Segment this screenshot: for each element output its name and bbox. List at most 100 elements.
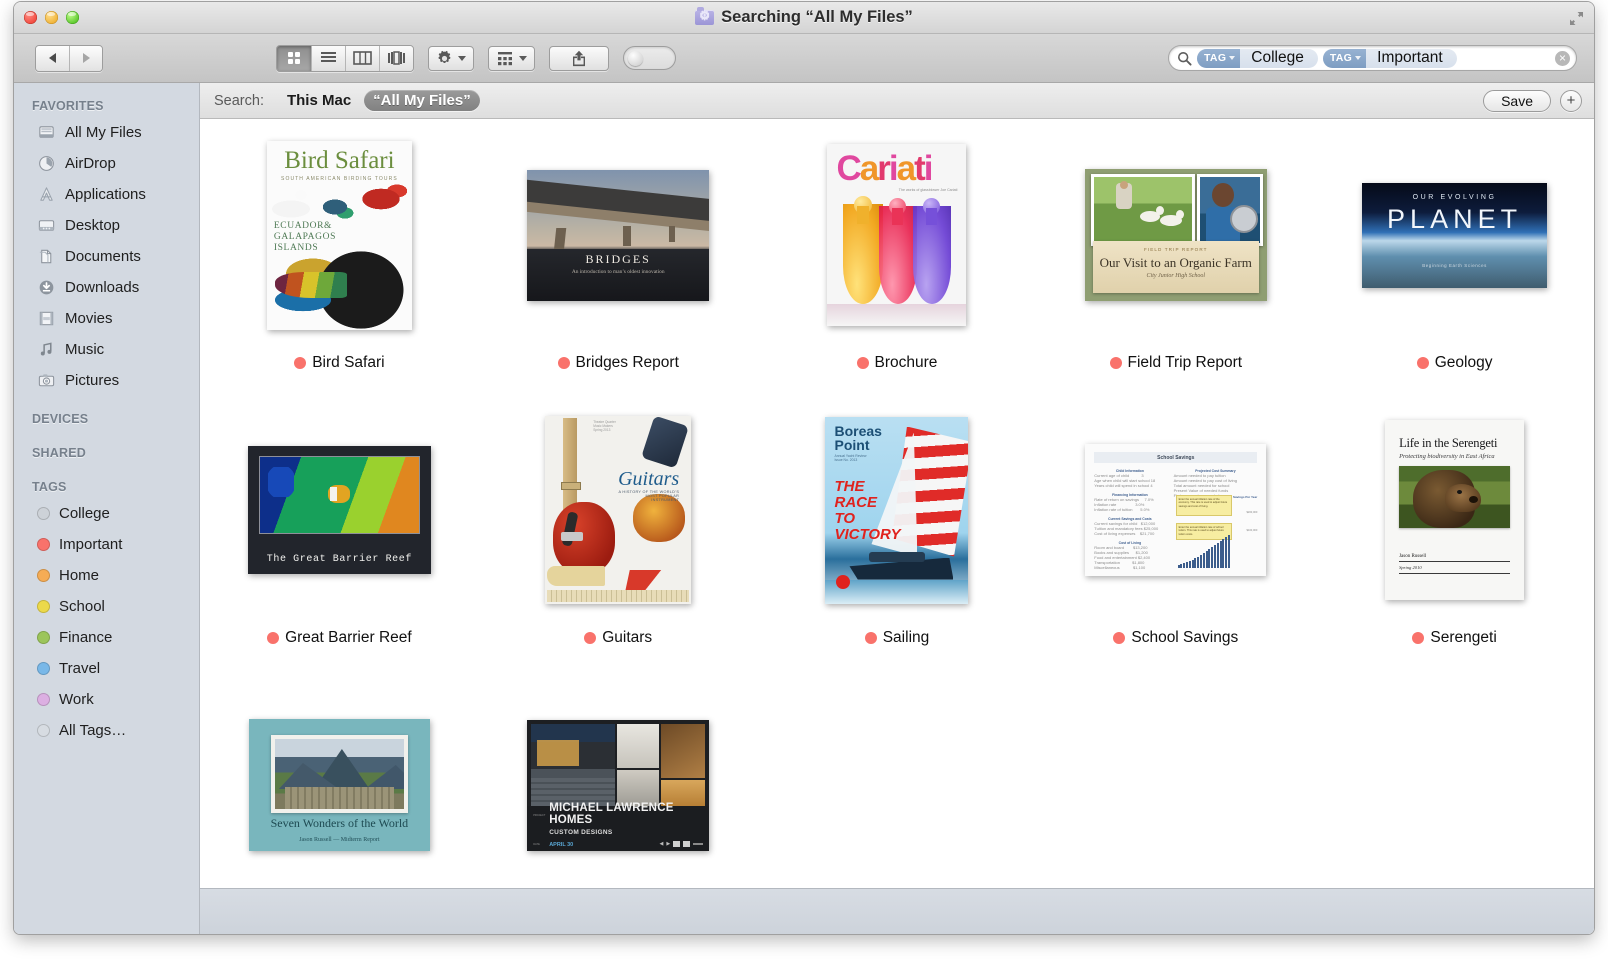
content-area: Search: This Mac “All My Files” Save + B… (200, 83, 1594, 934)
finder-window: Searching “All My Files” (14, 2, 1594, 934)
fullscreen-arrows-icon[interactable] (1568, 10, 1585, 27)
file-name: Great Barrier Reef (285, 629, 412, 646)
applications-icon (40, 187, 53, 201)
sidebar-item-movies[interactable]: Movies (14, 303, 199, 334)
list-view-button[interactable] (311, 45, 345, 71)
file-tag-dot (1113, 632, 1126, 644)
tag-toggle-icon[interactable] (623, 46, 676, 70)
chevron-down-icon (458, 55, 466, 61)
sidebar-item-label: Pictures (65, 372, 120, 389)
sidebar-item-documents[interactable]: Documents (14, 241, 199, 272)
file-tag-dot (1109, 357, 1122, 369)
save-search-button[interactable]: Save (1483, 89, 1551, 112)
sidebar-item-label: Home (59, 567, 100, 584)
forward-button[interactable] (69, 45, 102, 71)
file-item[interactable]: Boreas Point Annual Yacht Review Issue No.… (758, 410, 1037, 685)
thumb-title: Seven Wonders of the World (270, 816, 409, 830)
share-arrow-icon (573, 50, 585, 66)
file-name-row: Brochure (856, 354, 938, 372)
file-tag-dot (1416, 357, 1429, 369)
toggle-knob (628, 50, 643, 66)
token-kind-chip[interactable]: TAG (1197, 48, 1241, 68)
airdrop-icon (39, 156, 54, 171)
sidebar-item-pictures[interactable]: Pictures (14, 365, 199, 396)
sidebar-item-music[interactable]: Music (14, 334, 199, 365)
column-view-button[interactable] (345, 45, 379, 71)
thumb-date: APRIL 30 (549, 841, 574, 848)
thumbnail-wrap: Seven Wonders of the World Jason Russell… (200, 685, 479, 885)
sidebar-item-downloads[interactable]: Downloads (14, 272, 199, 303)
file-name-row: Serengeti (1412, 629, 1497, 647)
file-item[interactable]: Cariati The works of glassblower Joe Car… (758, 135, 1037, 410)
file-item[interactable]: Guitars A HISTORY OF THE WORLD’S MOST PO… (479, 410, 758, 685)
sidebar-item-all-my-files[interactable]: All My Files (14, 117, 199, 148)
scope-this-mac[interactable]: This Mac (278, 90, 360, 111)
window-body: FAVORITES All My Files AirDrop Applicati… (14, 83, 1594, 934)
sidebar-item-label: Downloads (65, 279, 140, 296)
toolbar: TAG College TAG Important × (14, 34, 1594, 83)
search-token-important[interactable]: TAG Important (1322, 48, 1457, 68)
search-token-college[interactable]: TAG College (1197, 48, 1318, 68)
share-button[interactable] (549, 45, 609, 71)
thumbnail-wrap: Cariati The works of glassblower Joe Car… (758, 135, 1037, 335)
sidebar-section-devices: DEVICES (32, 412, 89, 426)
tag-color-dot (37, 631, 50, 644)
file-thumbnail: Bird Safari SOUTH AMERICAN BIRDING TOURS… (266, 140, 412, 330)
file-item[interactable]: School Savings Child Information Current… (1036, 410, 1315, 685)
file-item[interactable]: The Great Barrier Reef Great Barrier Ree… (200, 410, 479, 685)
file-tag-dot (557, 357, 570, 369)
file-item[interactable]: FIELD TRIP REPORT Our Visit to an Organi… (1036, 135, 1315, 410)
thumbnail-wrap: FIELD TRIP REPORT Our Visit to an Organi… (1036, 135, 1315, 335)
sidebar-item-label: Finance (59, 629, 113, 646)
thumb-date: Spring 2010 (1399, 565, 1422, 570)
sidebar-item-applications[interactable]: Applications (14, 179, 199, 210)
action-menu-button[interactable] (428, 45, 474, 71)
sidebar-tag-work[interactable]: Work (14, 684, 199, 715)
view-mode-segmented-control (276, 44, 414, 72)
coverflow-view-button[interactable] (379, 45, 413, 71)
file-name: Brochure (874, 354, 938, 371)
tag-color-dot (37, 724, 50, 737)
file-name-row: School Savings (1113, 629, 1238, 647)
tag-color-dot (37, 569, 50, 582)
file-tag-dot (267, 632, 280, 644)
thumbnail-wrap: The Great Barrier Reef (200, 410, 479, 610)
chevron-down-icon (1355, 56, 1362, 60)
file-item[interactable]: BRIDGES An introduction to man’s oldest … (479, 135, 758, 410)
sidebar-tag-all-tags[interactable]: All Tags… (14, 715, 199, 746)
icon-view-button[interactable] (277, 45, 311, 71)
sidebar-item-airdrop[interactable]: AirDrop (14, 148, 199, 179)
sidebar-tag-college[interactable]: College (14, 498, 199, 529)
scope-all-my-files[interactable]: “All My Files” (364, 90, 480, 111)
sidebar-item-label: All Tags… (59, 722, 127, 739)
sidebar-item-desktop[interactable]: Desktop (14, 210, 199, 241)
clear-search-icon[interactable]: × (1555, 50, 1570, 66)
thumb-title: PLANET (1387, 203, 1523, 234)
arrange-menu-button[interactable] (488, 45, 535, 71)
token-kind-chip[interactable]: TAG (1322, 48, 1367, 68)
add-criteria-button[interactable]: + (1560, 89, 1582, 112)
back-button[interactable] (36, 45, 69, 71)
file-item[interactable]: Life in the Serengeti Protecting biodive… (1315, 410, 1594, 685)
window-title-text: Searching “All My Files” (721, 8, 913, 26)
sidebar-tag-home[interactable]: Home (14, 560, 199, 591)
thumb-title: Life in the Serengeti (1399, 436, 1498, 450)
status-bar (200, 888, 1594, 934)
sidebar-item-label: College (59, 505, 110, 522)
sidebar-tag-travel[interactable]: Travel (14, 653, 199, 684)
sidebar-item-label: Movies (65, 310, 113, 327)
sidebar-item-label: Music (65, 341, 105, 358)
search-field[interactable]: TAG College TAG Important × (1168, 45, 1577, 71)
file-item[interactable]: Bird Safari SOUTH AMERICAN BIRDING TOURS… (200, 135, 479, 410)
window-title: Searching “All My Files” (14, 7, 1594, 27)
sidebar-item-label: Important (59, 536, 123, 553)
sidebar-tag-important[interactable]: Important (14, 529, 199, 560)
sidebar-tag-finance[interactable]: Finance (14, 622, 199, 653)
thumbnail-wrap: Boreas Point Annual Yacht Review Issue No.… (758, 410, 1037, 610)
file-item[interactable]: OUR EVOLVING PLANET Beginning Earth Scie… (1315, 135, 1594, 410)
sidebar-item-label: School (59, 598, 105, 615)
tag-color-dot (37, 600, 50, 613)
sidebar-tag-school[interactable]: School (14, 591, 199, 622)
file-tag-dot (584, 632, 597, 644)
search-label: Search: (214, 92, 264, 109)
